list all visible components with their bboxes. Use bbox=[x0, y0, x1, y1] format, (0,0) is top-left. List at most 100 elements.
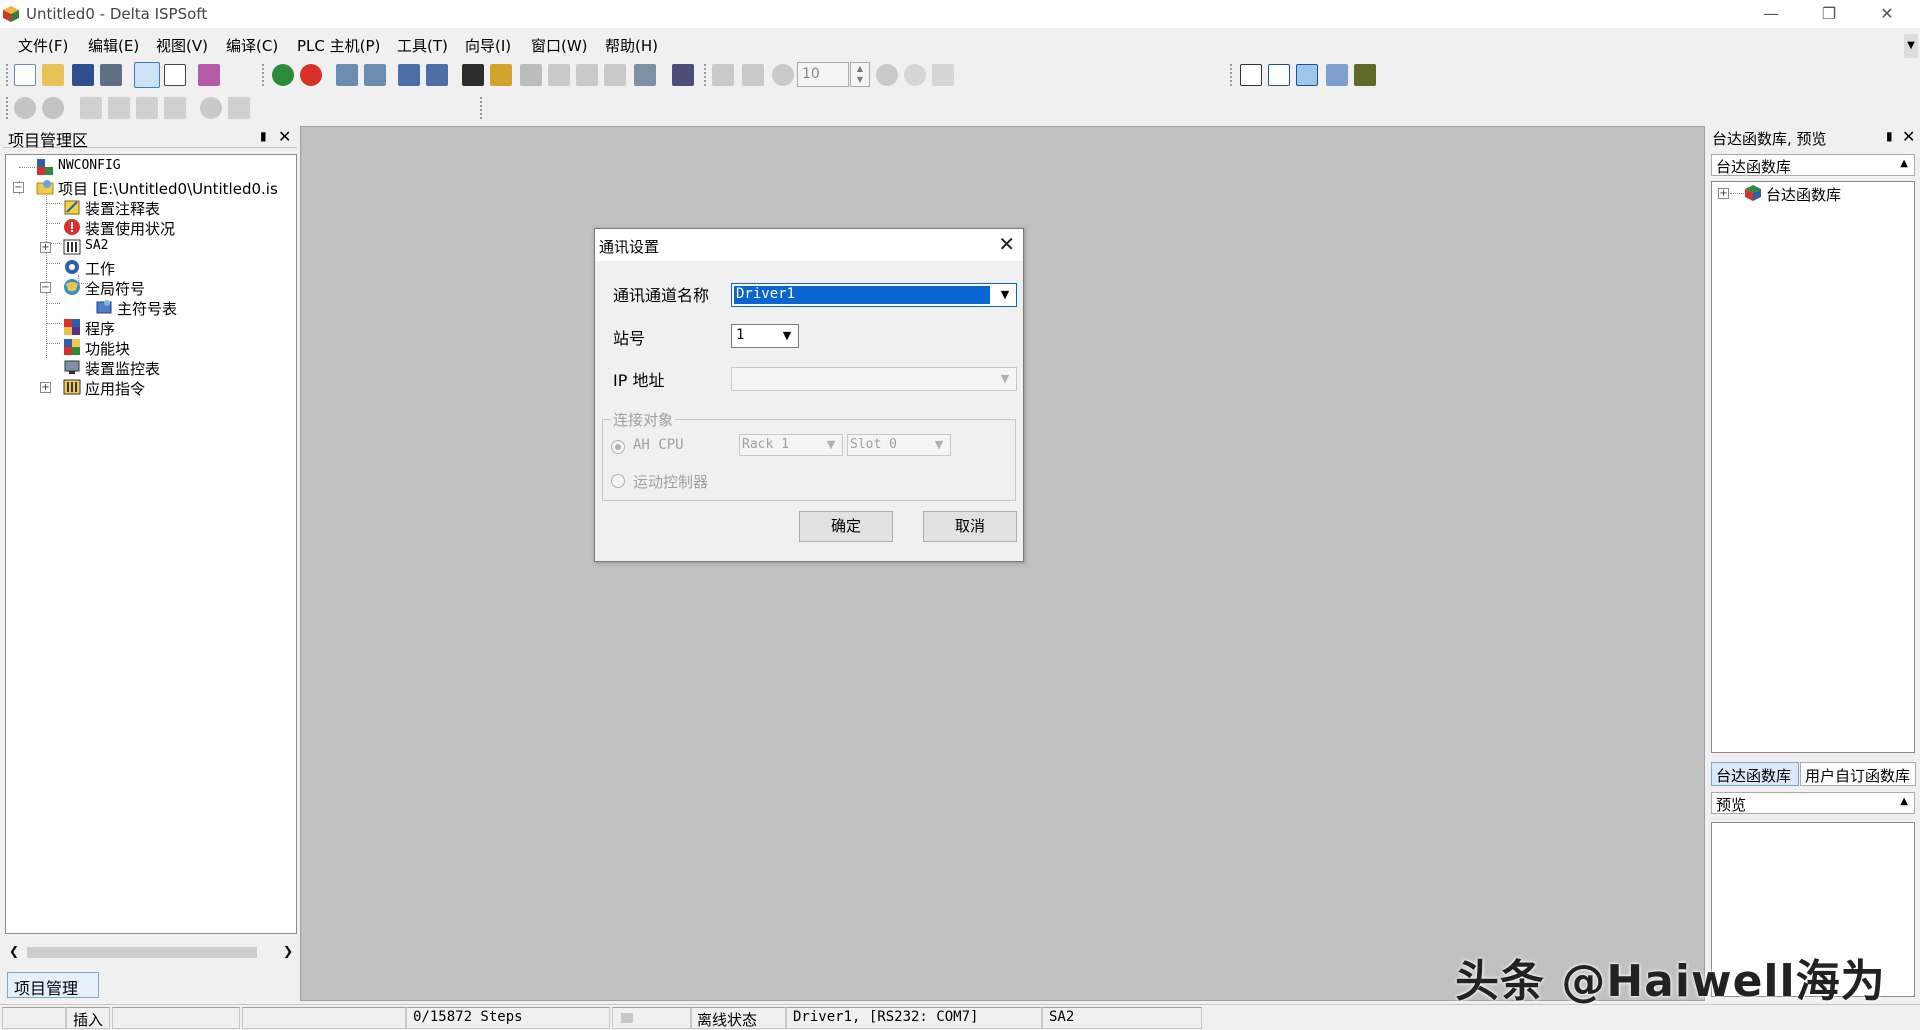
toggle-output-panel-icon[interactable] bbox=[164, 64, 186, 86]
scan-value-spinner[interactable]: ▲ ▼ bbox=[850, 62, 870, 87]
expand-icon[interactable]: + bbox=[40, 382, 51, 393]
ok-button[interactable]: 确定 bbox=[799, 511, 893, 542]
scroll-right-icon[interactable]: ❯ bbox=[283, 944, 293, 958]
communication-settings-icon[interactable] bbox=[634, 64, 656, 86]
channel-name-select[interactable]: Driver1 ▼ bbox=[731, 283, 1017, 307]
scan-value-input[interactable]: 10 bbox=[797, 62, 849, 87]
expand-icon[interactable]: + bbox=[40, 242, 51, 253]
window-arrange-icon[interactable] bbox=[1326, 64, 1348, 86]
toolbar-grip[interactable] bbox=[6, 97, 9, 119]
monitor-icon[interactable] bbox=[490, 64, 512, 86]
dialog-close-icon[interactable]: ✕ bbox=[998, 232, 1015, 256]
horizontal-scrollbar[interactable]: ❮ ❯ bbox=[5, 944, 297, 961]
chevron-down-icon[interactable]: ▼ bbox=[778, 327, 796, 345]
tree-item-label: 装置注释表 bbox=[85, 200, 161, 218]
tree-item-device-monitor[interactable]: 装置监控表 bbox=[6, 357, 296, 378]
expand-icon[interactable]: + bbox=[1718, 188, 1729, 199]
collapse-icon[interactable]: − bbox=[13, 182, 24, 193]
menu-compile[interactable]: 编译(C) bbox=[226, 35, 278, 56]
collapse-up-icon[interactable]: ▲ bbox=[1900, 158, 1908, 169]
toolbar-grip[interactable] bbox=[6, 64, 9, 86]
station-select[interactable]: 1 ▼ bbox=[731, 324, 799, 348]
motion-controller-label: 运动控制器 bbox=[633, 473, 709, 491]
close-button[interactable]: ✕ bbox=[1858, 0, 1916, 28]
symbol-table-icon bbox=[96, 300, 112, 314]
collapse-icon[interactable]: − bbox=[40, 282, 51, 293]
tree-item-function-blocks[interactable]: 功能块 bbox=[6, 337, 296, 358]
chevron-down-icon[interactable]: ▼ bbox=[996, 286, 1014, 304]
stop-icon[interactable] bbox=[300, 64, 322, 86]
online-mode-icon[interactable] bbox=[462, 64, 484, 86]
download-icon[interactable] bbox=[364, 64, 386, 86]
tree-item-nwconfig[interactable]: NWCONFIG bbox=[6, 157, 296, 177]
status-steps: 0/15872 Steps bbox=[406, 1007, 610, 1029]
upload-icon[interactable] bbox=[336, 64, 358, 86]
new-file-icon[interactable] bbox=[14, 64, 36, 86]
restore-button[interactable]: ❐ bbox=[1800, 0, 1858, 28]
tree-item-main-symbol-table[interactable]: 主符号表 bbox=[6, 297, 296, 318]
window-columns-icon[interactable] bbox=[1354, 64, 1376, 86]
close-icon[interactable]: ✕ bbox=[278, 127, 291, 146]
close-icon[interactable]: ✕ bbox=[1902, 127, 1915, 146]
tree-item-tasks[interactable]: 工作 bbox=[6, 257, 296, 278]
collapse-up-icon[interactable]: ▲ bbox=[1900, 796, 1908, 807]
project-folder-icon bbox=[36, 180, 54, 195]
menu-view[interactable]: 视图(V) bbox=[156, 35, 208, 56]
pin-icon[interactable]: ▮ bbox=[1886, 129, 1893, 143]
menu-help[interactable]: 帮助(H) bbox=[605, 35, 658, 56]
tree-item-programs[interactable]: 程序 bbox=[6, 317, 296, 338]
tab-user-library[interactable]: 用户自订函数库 bbox=[1800, 762, 1916, 786]
toolbar-grip[interactable] bbox=[480, 97, 483, 119]
project-tree: NWCONFIG − 项目 [E:\Untitled0\Untitled0.is… bbox=[5, 154, 297, 934]
toolbar-grip[interactable] bbox=[1230, 64, 1233, 86]
menu-window[interactable]: 窗口(W) bbox=[531, 35, 588, 56]
window-tile-vertical-icon[interactable] bbox=[1268, 64, 1290, 86]
window-tile-horizontal-icon[interactable] bbox=[1296, 64, 1318, 86]
ip-address-select: ▼ bbox=[731, 367, 1017, 391]
cut-icon bbox=[80, 97, 102, 119]
disabled-tool-icon bbox=[520, 64, 542, 86]
tree-item-global-symbols[interactable]: − 全局符号 bbox=[6, 277, 296, 298]
menu-edit[interactable]: 编辑(E) bbox=[88, 35, 139, 56]
menu-wizard[interactable]: 向导(I) bbox=[465, 35, 511, 56]
library-book-icon[interactable] bbox=[198, 64, 220, 86]
toolbar-grip[interactable] bbox=[262, 64, 265, 86]
cancel-button[interactable]: 取消 bbox=[923, 511, 1017, 542]
library-root-item[interactable]: 台达函数库 bbox=[1766, 184, 1841, 205]
open-file-icon[interactable] bbox=[42, 64, 64, 86]
menu-file[interactable]: 文件(F) bbox=[18, 35, 68, 56]
library-section-header[interactable]: 台达函数库 ▲ bbox=[1711, 154, 1915, 176]
delete-icon bbox=[164, 97, 186, 119]
tree-item-project[interactable]: − 项目 [E:\Untitled0\Untitled0.is bbox=[6, 177, 296, 198]
tab-delta-library[interactable]: 台达函数库 bbox=[1711, 762, 1799, 786]
print-icon[interactable] bbox=[100, 64, 122, 86]
pin-icon[interactable]: ▮ bbox=[260, 129, 267, 143]
watermark-text: 头条 @Haiwell海为 bbox=[1455, 956, 1886, 1007]
scroll-left-icon[interactable]: ❮ bbox=[9, 944, 19, 958]
window-cascade-icon[interactable] bbox=[1240, 64, 1262, 86]
scrollbar-thumb[interactable] bbox=[27, 947, 257, 958]
tree-item-device-comment[interactable]: 装置注释表 bbox=[6, 197, 296, 218]
toolbar-grip[interactable] bbox=[704, 64, 707, 86]
status-cell-empty bbox=[2, 1007, 66, 1029]
status-plc-model: SA2 bbox=[1042, 1007, 1202, 1029]
toggle-project-panel-icon[interactable] bbox=[134, 62, 160, 88]
dialog-title: 通讯设置 bbox=[599, 238, 660, 256]
tree-line bbox=[1730, 193, 1744, 194]
compare-download-icon[interactable] bbox=[426, 64, 448, 86]
compare-upload-icon[interactable] bbox=[398, 64, 420, 86]
tab-project-manager[interactable]: 项目管理区 bbox=[7, 972, 99, 1022]
rack-select: Rack 1 ▼ bbox=[739, 434, 843, 456]
menu-tools[interactable]: 工具(T) bbox=[397, 35, 448, 56]
minimize-button[interactable]: — bbox=[1742, 0, 1800, 28]
tree-item-device-usage[interactable]: 装置使用状况 bbox=[6, 217, 296, 238]
run-icon[interactable] bbox=[272, 64, 294, 86]
tree-item-label: NWCONFIG bbox=[58, 158, 121, 173]
save-icon[interactable] bbox=[72, 64, 94, 86]
preview-section-header[interactable]: 预览 ▲ bbox=[1711, 792, 1915, 814]
tree-item-app-instructions[interactable]: + 应用指令 bbox=[6, 377, 296, 398]
menu-plc[interactable]: PLC 主机(P) bbox=[297, 35, 380, 56]
network-icon[interactable] bbox=[672, 64, 694, 86]
tree-item-sa2[interactable]: + SA2 bbox=[6, 237, 296, 257]
menu-overflow-icon[interactable]: ▼ bbox=[1904, 34, 1918, 58]
